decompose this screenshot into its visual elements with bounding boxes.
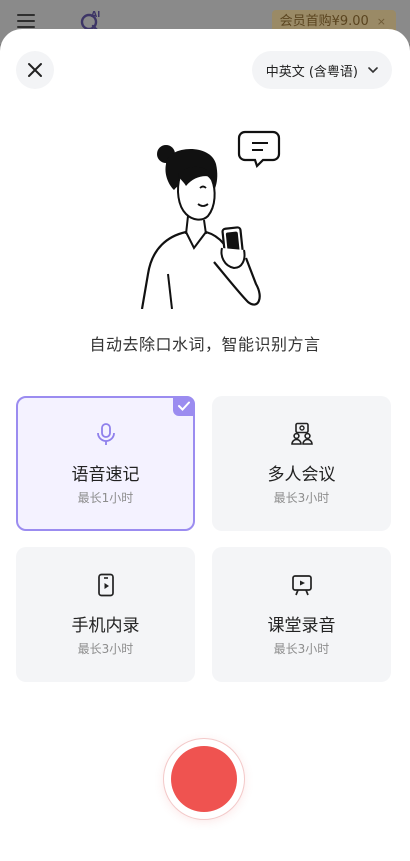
- close-icon: [28, 63, 42, 77]
- speaking-woman-illustration: [140, 130, 281, 309]
- record-button-ring[interactable]: [164, 739, 244, 819]
- mode-title: 语音速记: [71, 465, 140, 485]
- mode-title: 手机内录: [71, 616, 140, 636]
- mode-card-meeting[interactable]: 多人会议 最长3小时: [212, 396, 391, 531]
- mode-title: 课堂录音: [267, 616, 336, 636]
- chat-bubble-icon: [237, 130, 281, 169]
- vip-close-icon[interactable]: ×: [377, 15, 386, 28]
- check-icon: [173, 396, 195, 416]
- mode-title: 多人会议: [267, 465, 336, 485]
- chevron-down-icon: [368, 66, 378, 73]
- menu-icon[interactable]: [17, 14, 35, 28]
- mode-card-voice-memo[interactable]: 语音速记 最长1小时: [16, 396, 195, 531]
- recording-mode-sheet: 中英文 (含粤语) 自动去除口水词，智能识别方言 语音速记 最长1小时 多人会议…: [0, 29, 410, 861]
- mode-subtitle: 最长1小时: [77, 491, 134, 505]
- presentation-icon: [291, 575, 312, 596]
- people-icon: [290, 422, 313, 445]
- ai-logo-icon: AI: [80, 10, 100, 31]
- mode-card-phone-internal[interactable]: 手机内录 最长3小时: [16, 547, 195, 682]
- record-button[interactable]: [171, 746, 237, 812]
- feature-tagline: 自动去除口水词，智能识别方言: [89, 335, 321, 354]
- ai-logo-text: AI: [91, 10, 100, 19]
- mode-card-classroom[interactable]: 课堂录音 最长3小时: [212, 547, 391, 682]
- close-button[interactable]: [16, 51, 54, 89]
- microphone-icon: [96, 423, 115, 445]
- vip-offer-label: 会员首购¥9.00: [279, 14, 369, 29]
- language-value: 中英文 (含粤语): [265, 64, 358, 80]
- phone-record-icon: [97, 573, 114, 597]
- language-select[interactable]: 中英文 (含粤语): [251, 51, 392, 89]
- mode-subtitle: 最长3小时: [273, 491, 330, 505]
- mode-subtitle: 最长3小时: [273, 642, 330, 656]
- mode-subtitle: 最长3小时: [77, 642, 134, 656]
